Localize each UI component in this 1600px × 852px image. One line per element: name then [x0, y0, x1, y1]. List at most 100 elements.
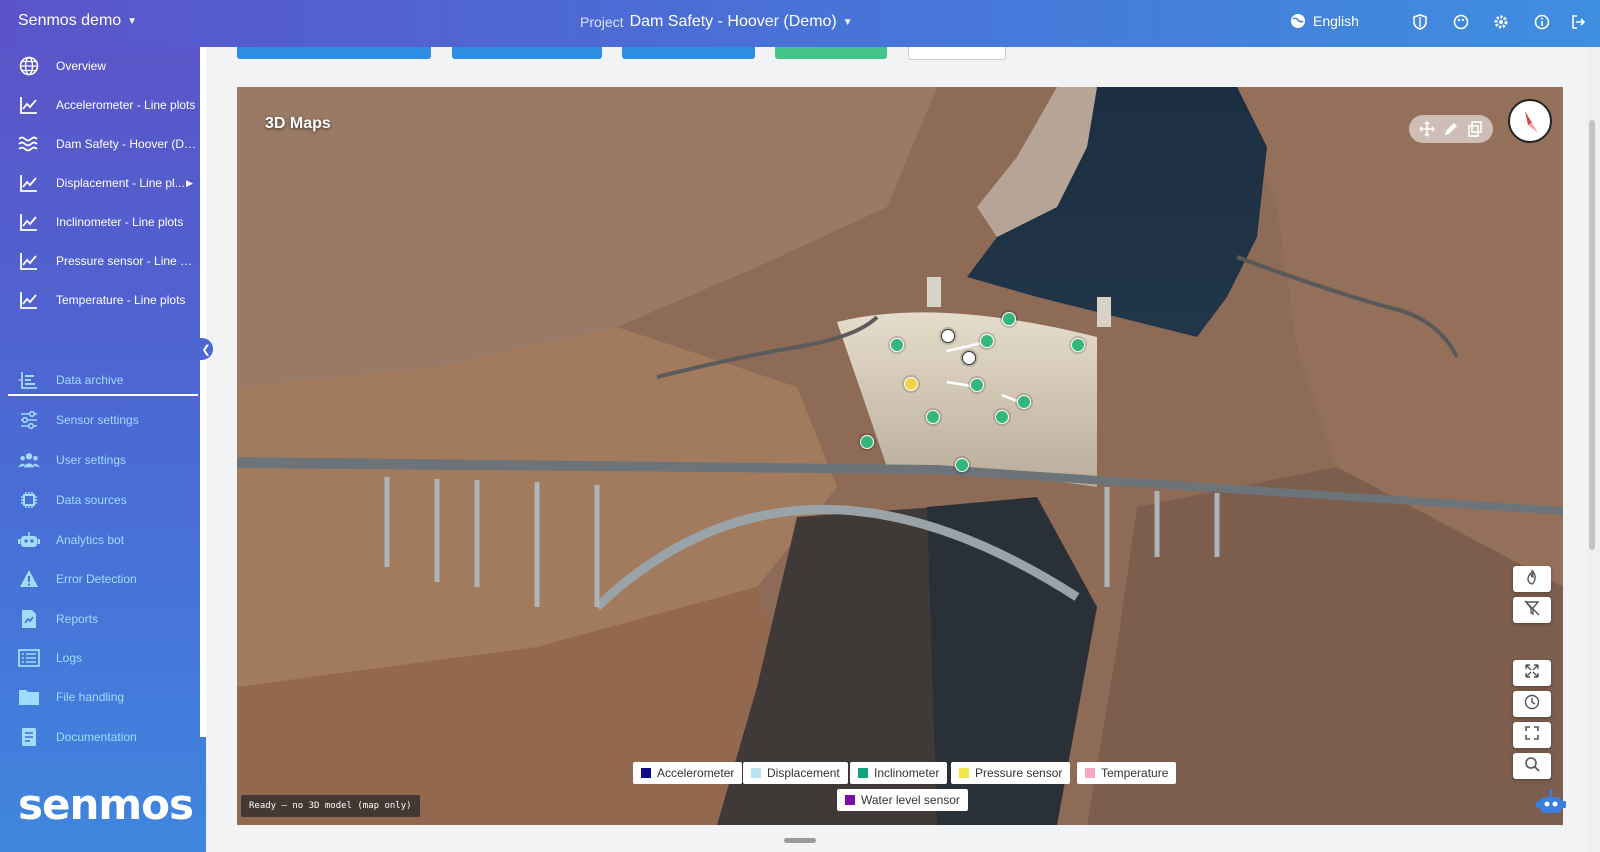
- copy-icon[interactable]: [1467, 121, 1483, 142]
- legend-label: Temperature: [1101, 766, 1169, 780]
- project-name: Dam Safety - Hoover (Demo): [629, 13, 837, 30]
- sidebar-item-label: Pressure sensor - Line plo...: [56, 254, 198, 268]
- globe-icon: [18, 55, 40, 77]
- line-chart-icon: [18, 289, 40, 311]
- pressure-sensor-marker[interactable]: [904, 377, 918, 391]
- expand-button[interactable]: [1513, 660, 1551, 686]
- legend-item[interactable]: Pressure sensor: [951, 762, 1071, 784]
- inclinometer-marker[interactable]: [980, 334, 994, 348]
- gear-icon[interactable]: [1491, 12, 1511, 32]
- inclinometer-marker[interactable]: [1002, 312, 1016, 326]
- toolbar-button[interactable]: [908, 47, 1006, 60]
- sidebar-item-overview[interactable]: Overview: [0, 47, 200, 85]
- legend-item[interactable]: Displacement: [743, 762, 848, 784]
- fullscreen-icon: [1524, 725, 1540, 746]
- toolbar-button[interactable]: [452, 47, 602, 59]
- collapse-sidebar-button[interactable]: ❮: [199, 338, 213, 360]
- sidebar-item-displacement[interactable]: Displacement - Line pl... ▶: [0, 164, 200, 202]
- logout-icon[interactable]: [1568, 12, 1588, 32]
- inclinometer-marker[interactable]: [890, 338, 904, 352]
- legend-swatch: [751, 768, 761, 778]
- 3d-map-viewport[interactable]: 3D Maps Accelerometer Displacement Incli…: [237, 87, 1563, 825]
- search-button[interactable]: [1513, 753, 1551, 779]
- map-title: 3D Maps: [265, 115, 331, 132]
- sidebar-item-label: User settings: [56, 453, 127, 467]
- legend-item[interactable]: Water level sensor: [837, 789, 968, 811]
- temperature-marker[interactable]: [860, 435, 874, 449]
- flame-button[interactable]: [1513, 566, 1551, 592]
- displacement-marker[interactable]: [970, 378, 984, 392]
- flame-icon: [1524, 569, 1540, 590]
- accelerometer-marker[interactable]: [941, 329, 955, 343]
- legend-label: Inclinometer: [874, 766, 940, 780]
- globe-icon: [1291, 14, 1305, 28]
- list-icon: [18, 647, 40, 669]
- legend-swatch: [858, 768, 868, 778]
- toolbar-button[interactable]: [622, 47, 755, 59]
- clear-filter-button[interactable]: [1513, 597, 1551, 623]
- sidebar-item-label: Overview: [56, 59, 107, 73]
- robot-icon: [1536, 789, 1566, 813]
- users-icon: [18, 449, 40, 471]
- sidebar-item-pressure-sensor[interactable]: Pressure sensor - Line plo...: [0, 242, 200, 280]
- app-switcher[interactable]: Senmos demo ▼: [18, 12, 137, 30]
- move-icon[interactable]: [1419, 121, 1435, 142]
- sidebar-item-analytics-bot[interactable]: Analytics bot: [0, 521, 200, 559]
- inclinometer-marker[interactable]: [926, 410, 940, 424]
- sidebar-item-file-handling[interactable]: File handling: [0, 678, 200, 716]
- fullscreen-button[interactable]: [1513, 722, 1551, 748]
- sidebar-item-label: File handling: [56, 690, 125, 704]
- legend-swatch: [845, 795, 855, 805]
- sidebar-item-logs[interactable]: Logs: [0, 639, 200, 677]
- expand-icon: [1524, 663, 1540, 684]
- page-scrollbar-thumb[interactable]: [1589, 120, 1595, 550]
- sidebar-item-user-settings[interactable]: User settings: [0, 441, 200, 479]
- legend-item[interactable]: Temperature: [1077, 762, 1177, 784]
- warning-icon: [18, 568, 40, 590]
- compass-icon[interactable]: [1508, 99, 1552, 143]
- sliders-icon: [18, 409, 40, 431]
- legend-item[interactable]: Accelerometer: [633, 762, 743, 784]
- sidebar-item-label: Logs: [56, 651, 83, 665]
- line-chart-icon: [18, 211, 40, 233]
- assistant-bot-button[interactable]: [1533, 785, 1569, 821]
- toolbar-button[interactable]: [775, 47, 887, 59]
- sidebar-item-accelerometer[interactable]: Accelerometer - Line plots: [0, 86, 200, 124]
- sidebar-item-label: Analytics bot: [56, 533, 125, 547]
- toolbar-button[interactable]: [237, 47, 431, 59]
- sidebar-item-dam-safety[interactable]: Dam Safety - Hoover (De...: [0, 125, 200, 163]
- archive-icon: [18, 369, 40, 391]
- map-status: Ready — no 3D model (map only): [241, 795, 420, 817]
- legend-label: Accelerometer: [657, 766, 735, 780]
- sidebar-item-temperature[interactable]: Temperature - Line plots: [0, 281, 200, 319]
- water-level-marker[interactable]: [955, 458, 969, 472]
- sidebar-item-label: Data sources: [56, 493, 127, 507]
- sidebar-item-reports[interactable]: Reports: [0, 600, 200, 638]
- displacement-marker[interactable]: [1017, 395, 1031, 409]
- drawing-toolbar: [1409, 115, 1493, 143]
- pencil-icon[interactable]: [1443, 121, 1459, 142]
- sidebar-item-documentation[interactable]: Documentation: [0, 718, 200, 756]
- resize-handle[interactable]: [784, 838, 816, 843]
- inclinometer-marker[interactable]: [1071, 338, 1085, 352]
- inclinometer-marker[interactable]: [995, 410, 1009, 424]
- accelerometer-marker[interactable]: [962, 351, 976, 365]
- palette-icon[interactable]: [1451, 12, 1471, 32]
- history-button[interactable]: [1513, 691, 1551, 717]
- sidebar-item-inclinometer[interactable]: Inclinometer - Line plots: [0, 203, 200, 241]
- filter-off-icon: [1524, 600, 1540, 621]
- line-chart-icon: [18, 94, 40, 116]
- info-icon[interactable]: [1532, 12, 1552, 32]
- project-label: Project: [580, 14, 624, 30]
- language-selector[interactable]: English: [1290, 13, 1359, 29]
- sidebar-item-label: Accelerometer - Line plots: [56, 98, 196, 112]
- legend-item[interactable]: Inclinometer: [850, 762, 948, 784]
- project-selector[interactable]: Project Dam Safety - Hoover (Demo) ▼: [580, 13, 853, 31]
- sidebar-item-data-sources[interactable]: Data sources: [0, 481, 200, 519]
- senmos-logo: senmos: [18, 780, 194, 829]
- sidebar-item-error-detection[interactable]: Error Detection: [0, 560, 200, 598]
- sidebar-item-data-archive[interactable]: Data archive: [0, 361, 200, 399]
- legend-label: Displacement: [767, 766, 840, 780]
- sidebar-item-sensor-settings[interactable]: Sensor settings: [0, 401, 200, 439]
- shield-icon[interactable]: [1410, 12, 1430, 32]
